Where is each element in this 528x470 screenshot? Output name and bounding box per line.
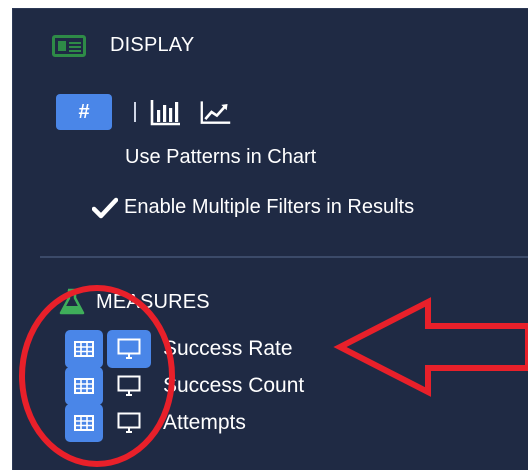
newspaper-icon <box>52 34 86 57</box>
monitor-icon <box>117 375 141 396</box>
enable-multiple-filters-option[interactable]: Enable Multiple Filters in Results <box>92 196 414 219</box>
measures-section-header: MEASURES <box>58 288 210 316</box>
table-view-button[interactable] <box>65 330 103 368</box>
measure-row-attempts: Attempts <box>65 404 246 442</box>
measure-label[interactable]: Success Rate <box>163 337 293 361</box>
top-margin <box>0 0 528 8</box>
measures-title: MEASURES <box>96 290 210 313</box>
toolbar-separator <box>134 102 136 122</box>
table-view-button[interactable] <box>65 404 103 442</box>
table-icon <box>74 341 94 357</box>
section-divider <box>40 256 528 258</box>
table-icon <box>74 378 94 394</box>
display-title: DISPLAY <box>110 34 195 56</box>
measure-label[interactable]: Success Count <box>163 374 304 398</box>
bar-chart-button[interactable] <box>150 96 182 128</box>
display-section-header: DISPLAY <box>52 34 194 57</box>
left-margin <box>0 0 12 469</box>
monitor-icon <box>117 412 141 433</box>
display-toggle-button[interactable] <box>107 404 151 442</box>
measure-row-success-count: Success Count <box>65 367 304 405</box>
bar-chart-icon <box>150 100 180 126</box>
use-patterns-option[interactable]: Use Patterns in Chart <box>125 146 316 169</box>
line-chart-icon <box>200 101 231 124</box>
table-icon <box>74 415 94 431</box>
measure-row-success-rate: Success Rate <box>65 330 293 368</box>
checkmark-icon <box>92 197 118 218</box>
monitor-icon <box>117 338 141 359</box>
enable-filters-label: Enable Multiple Filters in Results <box>124 196 415 218</box>
number-format-button[interactable]: # <box>56 94 112 130</box>
measure-label[interactable]: Attempts <box>163 411 246 435</box>
display-toggle-button[interactable] <box>107 367 151 405</box>
line-chart-button[interactable] <box>200 96 232 128</box>
table-view-button[interactable] <box>65 367 103 405</box>
flask-icon <box>59 288 85 315</box>
display-toggle-button[interactable] <box>107 330 151 368</box>
display-toolbar: # <box>56 94 250 130</box>
